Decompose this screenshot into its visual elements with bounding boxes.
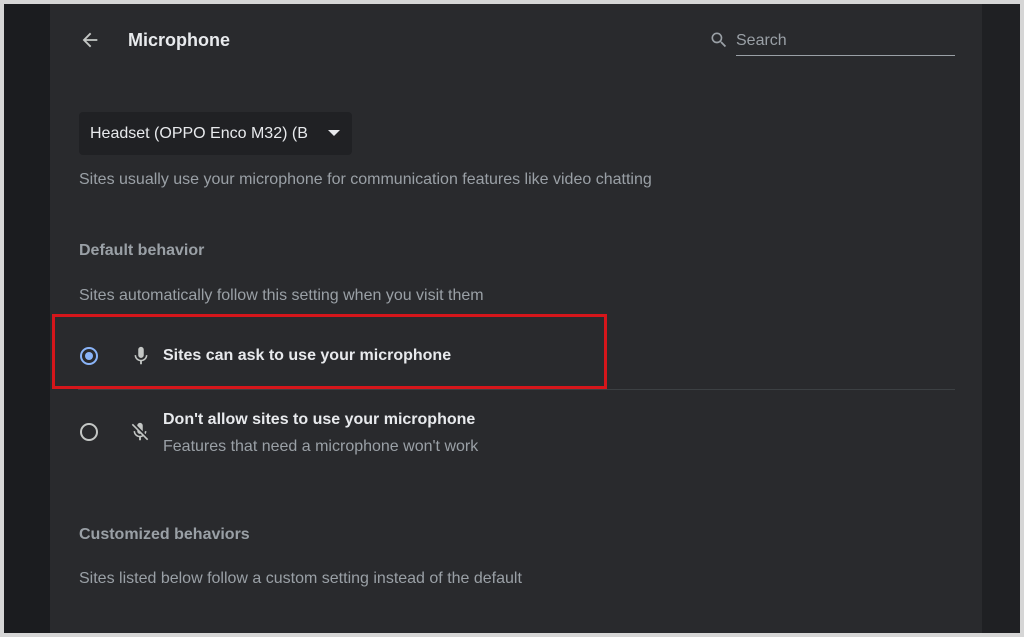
radio-block-unselected[interactable] [80,423,98,441]
customized-behaviors-subtext: Sites listed below follow a custom setti… [79,570,522,587]
option-block-sublabel: Features that need a microphone won't wo… [163,438,479,455]
search-input[interactable] [736,26,955,56]
radio-ask-selected[interactable] [80,347,98,365]
device-select-value: Headset (OPPO Enco M32) (B [90,124,308,142]
right-scroll-area [982,4,1020,633]
microphone-description: Sites usually use your microphone for co… [79,171,652,188]
chevron-down-icon [328,130,340,136]
microphone-icon [134,346,148,365]
option-divider [78,389,955,390]
arrow-left-icon [82,32,98,48]
window-frame: Microphone Headset (OPPO Enco M32) (B Si… [0,0,1024,637]
default-behavior-heading: Default behavior [79,242,205,259]
back-button[interactable] [76,26,104,54]
option-ask-microphone[interactable]: Sites can ask to use your microphone [50,324,982,388]
search-box[interactable] [709,26,955,57]
search-icon [711,32,727,48]
option-block-microphone[interactable]: Don't allow sites to use your microphone… [50,399,982,469]
option-block-label: Don't allow sites to use your microphone [163,411,476,428]
microphone-off-icon [131,422,149,441]
customized-behaviors-heading: Customized behaviors [79,526,250,543]
microphone-device-select[interactable]: Headset (OPPO Enco M32) (B [79,112,352,155]
default-behavior-subtext: Sites automatically follow this setting … [79,287,484,304]
page-title: Microphone [128,30,230,50]
option-ask-label: Sites can ask to use your microphone [163,347,452,364]
